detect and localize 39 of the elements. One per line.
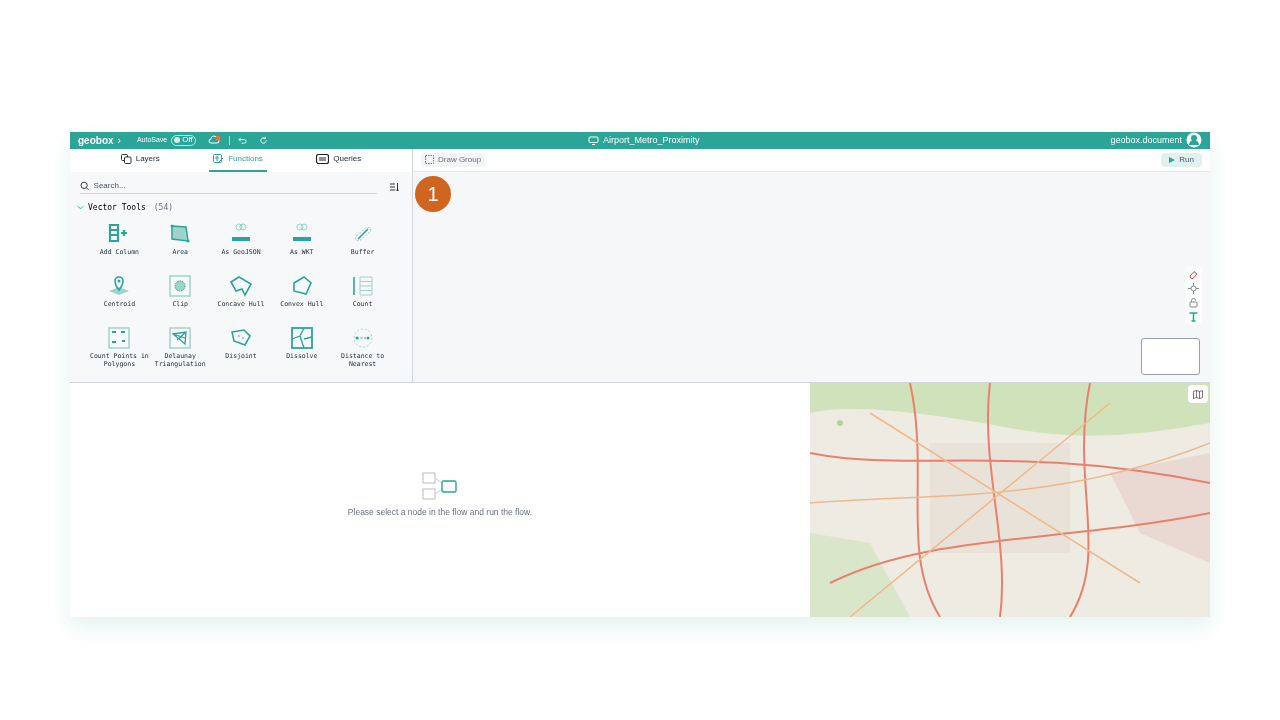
empty-message: Please select a node in the flow and run the flow. bbox=[346, 506, 534, 518]
run-button[interactable]: Run bbox=[1161, 152, 1202, 167]
chevron-icon[interactable] bbox=[77, 204, 84, 212]
tool-icon bbox=[229, 273, 253, 298]
map-icon bbox=[1193, 389, 1203, 399]
query-icon bbox=[316, 154, 330, 165]
undo-icon[interactable] bbox=[237, 135, 247, 145]
monitor-icon bbox=[588, 135, 599, 145]
tool-icon bbox=[168, 273, 193, 298]
minimap[interactable] bbox=[1141, 338, 1200, 375]
sort-icon[interactable] bbox=[389, 181, 399, 192]
cloud-icon[interactable] bbox=[207, 135, 221, 146]
group-title[interactable]: Vector Tools bbox=[88, 201, 146, 214]
draw-group-button[interactable]: Draw Group bbox=[421, 152, 486, 167]
tool-icon bbox=[350, 273, 375, 298]
lock-icon[interactable] bbox=[1188, 296, 1199, 308]
panel-tab[interactable]: Layers bbox=[116, 148, 164, 172]
panel-tab[interactable]: Queries bbox=[312, 148, 366, 172]
tool-icon bbox=[168, 325, 193, 350]
avatar-icon[interactable] bbox=[1186, 132, 1202, 149]
layers-icon bbox=[120, 154, 132, 165]
group-count: (54) bbox=[153, 201, 174, 214]
eraser-icon[interactable] bbox=[1188, 268, 1199, 280]
tool-icon bbox=[289, 325, 314, 350]
tool-icon bbox=[107, 325, 132, 350]
text-tool-icon[interactable] bbox=[1188, 310, 1199, 322]
move-icon[interactable] bbox=[1188, 282, 1199, 294]
refresh-icon[interactable] bbox=[258, 135, 268, 145]
toggle-knob-icon bbox=[174, 137, 181, 144]
search-icon bbox=[80, 181, 90, 192]
function-icon bbox=[213, 154, 225, 165]
document-title: Airport_Metro_Proximity bbox=[603, 133, 700, 147]
step-marker: 1 bbox=[415, 175, 451, 212]
layers-button[interactable] bbox=[1188, 385, 1208, 403]
search-field[interactable]: Search... bbox=[93, 180, 377, 193]
flow-nodes-icon bbox=[422, 472, 458, 500]
play-icon bbox=[1169, 156, 1176, 163]
dashed-square-icon bbox=[425, 155, 434, 165]
tool-icon bbox=[350, 325, 375, 350]
